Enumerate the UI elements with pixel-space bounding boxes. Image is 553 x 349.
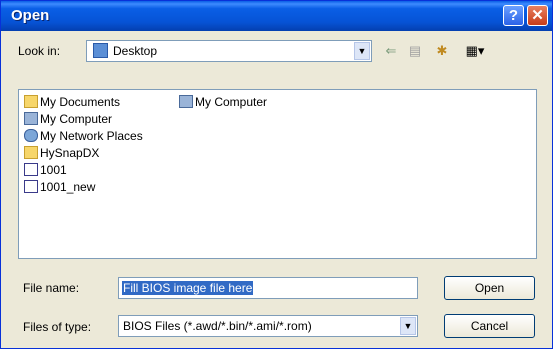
filetype-value: BIOS Files (*.awd/*.bin/*.ami/*.rom) [123,319,312,333]
lookin-label: Look in: [18,44,61,58]
list-item-label: My Computer [40,112,113,126]
window-title: Open [11,7,50,24]
view-menu-icon[interactable]: ▦▾ [462,41,488,61]
lookin-combo[interactable]: Desktop ▼ [86,40,372,62]
filename-label: File name: [23,281,80,295]
filename-input[interactable]: Fill BIOS image file here [118,277,418,299]
back-icon[interactable]: ⇐ [382,41,400,61]
list-item-label: HySnapDX [40,146,100,160]
close-button[interactable]: ✕ [527,5,548,26]
up-folder-icon[interactable]: ▤ [406,41,424,61]
list-item-label: My Documents [40,95,121,109]
filename-value: Fill BIOS image file here [122,281,254,295]
chevron-down-icon[interactable]: ▼ [354,42,370,60]
new-folder-icon[interactable]: ✱ [432,41,452,61]
folder-icon [24,95,38,108]
file-icon [24,163,38,176]
open-button[interactable]: Open [444,276,535,300]
filetype-select[interactable]: BIOS Files (*.awd/*.bin/*.ami/*.rom) ▼ [118,315,418,337]
computer-icon [179,95,193,108]
chevron-down-icon[interactable]: ▼ [400,317,416,335]
file-icon [24,180,38,193]
list-item-label: My Computer [195,95,268,109]
network-icon [24,129,38,142]
cancel-button[interactable]: Cancel [444,314,535,338]
help-button[interactable]: ? [503,5,524,26]
lookin-value: Desktop [113,44,158,58]
computer-icon [24,112,38,125]
list-item-label: 1001_new [40,180,96,194]
title-bar: Open ? ✕ [1,1,552,31]
list-item-label: 1001 [40,163,67,177]
file-list: My Documents My Computer My Network Plac… [18,89,537,259]
list-item-label: My Network Places [40,129,143,143]
open-dialog: Open ? ✕ Look in: Desktop ▼ ⇐ ▤ ✱ ▦▾ My … [0,0,553,349]
folder-icon [24,146,38,159]
filetype-label: Files of type: [23,320,92,334]
desktop-icon [93,43,108,58]
